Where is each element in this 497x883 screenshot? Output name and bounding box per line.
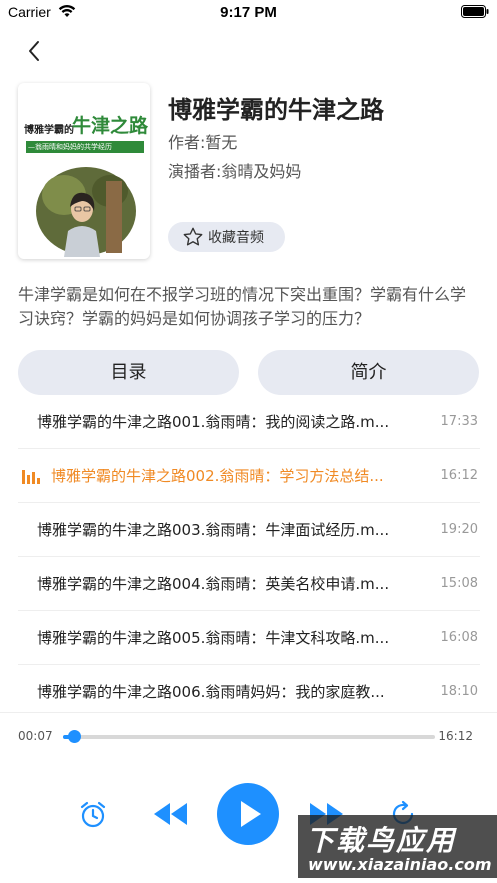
progress-knob[interactable] — [68, 730, 82, 743]
track-duration: 17:33 — [440, 414, 478, 429]
progress-slider[interactable] — [63, 730, 435, 743]
book-author: 作者:暂无 — [168, 133, 238, 152]
watermark-url: www.xiazainiao.com — [308, 855, 492, 874]
elapsed-time: 00:07 — [18, 729, 53, 743]
chevron-left-icon — [29, 41, 39, 61]
track-title: 博雅学霸的牛津之路002.翁雨晴：学习方法总结... — [51, 467, 384, 485]
tab-catalog[interactable]: 目录 — [18, 350, 239, 395]
track-title: 博雅学霸的牛津之路006.翁雨晴妈妈：我的家庭教... — [37, 683, 385, 701]
track-duration: 16:12 — [440, 468, 478, 483]
track-row[interactable]: 博雅学霸的牛津之路003.翁雨晴：牛津面试经历.m... 19:20 — [18, 503, 480, 557]
track-row[interactable]: 博雅学霸的牛津之路004.翁雨晴：英美名校申请.m... 15:08 — [18, 557, 480, 611]
track-duration: 18:10 — [440, 684, 478, 699]
favorite-button[interactable]: 收藏音频 — [168, 222, 285, 252]
track-title: 博雅学霸的牛津之路005.翁雨晴：牛津文科攻略.m... — [37, 629, 390, 647]
track-list: 博雅学霸的牛津之路001.翁雨晴：我的阅读之路.m... 17:33 博雅学霸的… — [18, 395, 480, 719]
play-icon — [241, 801, 261, 827]
equalizer-icon — [22, 470, 40, 484]
track-title: 博雅学霸的牛津之路003.翁雨晴：牛津面试经历.m... — [37, 521, 390, 539]
back-button[interactable] — [22, 38, 48, 64]
watermark-title: 下载鸟应用 — [306, 824, 457, 857]
status-time: 9:17 PM — [220, 4, 277, 21]
track-row[interactable]: 博雅学霸的牛津之路001.翁雨晴：我的阅读之路.m... 17:33 — [18, 395, 480, 449]
track-duration: 15:08 — [440, 576, 478, 591]
track-title: 博雅学霸的牛津之路001.翁雨晴：我的阅读之路.m... — [37, 413, 390, 431]
star-outline-icon — [183, 227, 203, 246]
rewind-icon — [154, 803, 187, 825]
status-bar: Carrier 9:17 PM — [0, 0, 497, 26]
book-title: 博雅学霸的牛津之路 — [168, 96, 384, 124]
cover-title-small: 博雅学霸的 — [24, 125, 74, 136]
favorite-label: 收藏音频 — [208, 230, 264, 246]
book-description: 牛津学霸是如何在不报学习班的情况下突出重围？学霸有什么学习诀窍？学霸的妈妈是如何… — [18, 285, 467, 328]
track-row[interactable]: 博雅学霸的牛津之路005.翁雨晴：牛津文科攻略.m... 16:08 — [18, 611, 480, 665]
alarm-button[interactable] — [78, 800, 108, 830]
total-time: 16:12 — [438, 729, 473, 743]
track-row-active[interactable]: 博雅学霸的牛津之路002.翁雨晴：学习方法总结... 16:12 — [18, 449, 480, 503]
track-row[interactable]: 博雅学霸的牛津之路006.翁雨晴妈妈：我的家庭教... 18:10 — [18, 665, 480, 719]
play-button[interactable] — [217, 783, 279, 845]
cover-subtitle: —翁雨晴和妈妈的共学经历 — [28, 143, 112, 151]
battery-icon — [461, 5, 489, 18]
watermark-overlay: 下载鸟应用 www.xiazainiao.com — [298, 815, 497, 878]
tab-intro[interactable]: 简介 — [258, 350, 479, 395]
alarm-clock-icon — [80, 801, 106, 828]
track-duration: 19:20 — [440, 522, 478, 537]
book-narrator: 演播者:翁晴及妈妈 — [168, 162, 302, 181]
track-duration: 16:08 — [440, 630, 478, 645]
track-title: 博雅学霸的牛津之路004.翁雨晴：英美名校申请.m... — [37, 575, 390, 593]
cover-title-big: 牛津之路 — [72, 115, 149, 137]
book-cover: 博雅学霸的 牛津之路 —翁雨晴和妈妈的共学经历 — [18, 83, 150, 259]
cover-portrait-image — [36, 167, 136, 257]
rewind-button[interactable] — [152, 799, 190, 829]
